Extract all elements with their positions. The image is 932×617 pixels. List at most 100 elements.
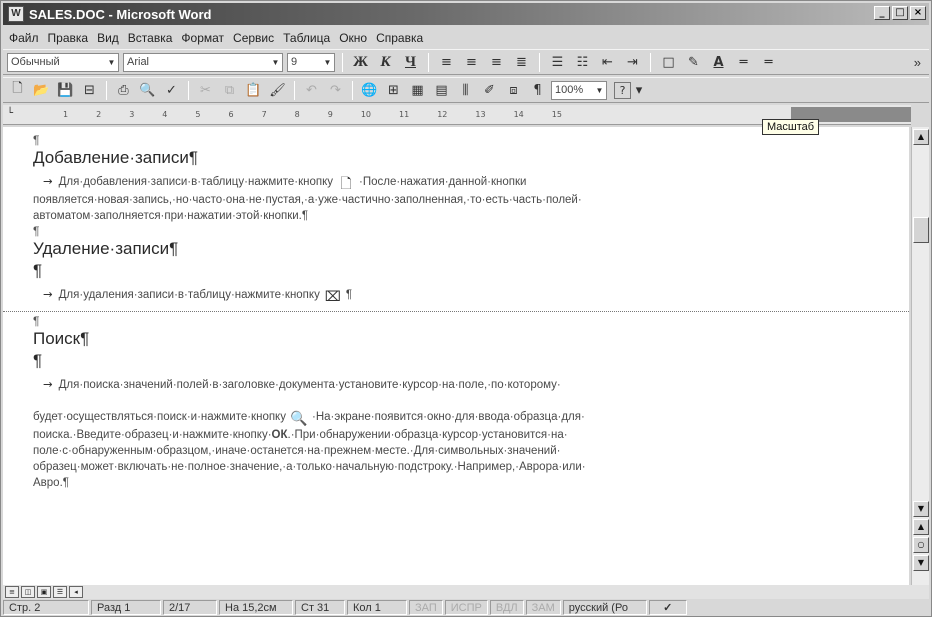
standard-toolbar: 🗋 📂 💾 ⊟ ⎙ 🔍 ✓ ✂ ⧉ 📋 🖌 ↶ ↷ 🌐 ⊞ ▦ ▤ ⫼ ✐ ⧈ … bbox=[3, 77, 929, 103]
menu-table[interactable]: Таблица bbox=[283, 31, 330, 45]
print-preview-icon[interactable]: 🔍 bbox=[137, 80, 158, 100]
tab-selector-icon[interactable]: └ bbox=[7, 108, 13, 119]
insert-excel-icon[interactable]: ▤ bbox=[431, 80, 452, 100]
delete-text-after: ¶ bbox=[345, 289, 353, 301]
decrease-indent-icon[interactable]: ⇤ bbox=[597, 52, 618, 72]
title-bar[interactable]: W SALES.DOC - Microsoft Word _ □ × bbox=[3, 3, 929, 25]
align-right-icon[interactable]: ≡ bbox=[486, 52, 507, 72]
cut-icon[interactable]: ✂ bbox=[195, 80, 216, 100]
menu-window[interactable]: Окно bbox=[339, 31, 367, 45]
align-left-icon[interactable]: ≡ bbox=[436, 52, 457, 72]
scroll-left-icon[interactable]: ◂ bbox=[69, 586, 83, 598]
spelling-status-icon[interactable]: ✓ bbox=[648, 600, 687, 615]
toolbar-separator bbox=[188, 80, 189, 100]
print-layout-icon[interactable]: ▣ bbox=[37, 586, 51, 598]
font-size-select[interactable]: 9 ▼ bbox=[287, 52, 335, 72]
format-painter-icon[interactable]: 🖌 bbox=[267, 80, 288, 100]
ok-label: ОК bbox=[271, 429, 288, 441]
copy-icon[interactable]: ⧉ bbox=[219, 80, 240, 100]
paste-icon[interactable]: 📋 bbox=[243, 80, 264, 100]
tables-borders-icon[interactable]: ⊞ bbox=[383, 80, 404, 100]
minimize-button[interactable]: _ bbox=[874, 6, 890, 20]
menu-edit[interactable]: Правка bbox=[48, 31, 89, 45]
web-view-icon[interactable]: ◫ bbox=[21, 586, 35, 598]
justify-icon[interactable]: ≣ bbox=[511, 52, 532, 72]
menu-insert[interactable]: Вставка bbox=[128, 31, 173, 45]
status-rec[interactable]: ЗАП bbox=[409, 600, 443, 615]
open-folder-icon[interactable]: 📂 bbox=[31, 80, 52, 100]
ruler-marks: 1 2 3 4 5 6 7 8 9 10 11 12 13 14 15 bbox=[63, 110, 562, 119]
equals-icon[interactable]: ═ bbox=[733, 52, 754, 72]
ruler-mark: 2 bbox=[96, 110, 102, 119]
highlight-icon[interactable]: ✎ bbox=[683, 52, 704, 72]
chevron-down-icon[interactable]: ▼ bbox=[269, 54, 282, 71]
document-map-icon[interactable]: ⧈ bbox=[503, 80, 524, 100]
next-page-icon[interactable]: ▼ bbox=[913, 555, 929, 571]
undo-icon[interactable]: ↶ bbox=[301, 80, 322, 100]
search-line-1: Для·поиска·значений·полей·в·заголовке·до… bbox=[58, 379, 561, 391]
add-paragraph: → Для·добавления·записи·в·таблицу·нажмите… bbox=[33, 173, 879, 224]
menu-help[interactable]: Справка bbox=[376, 31, 423, 45]
status-trk[interactable]: ИСПР bbox=[444, 600, 488, 615]
maximize-button[interactable]: □ bbox=[892, 6, 908, 20]
chevron-down-icon[interactable]: ▼ bbox=[593, 82, 606, 99]
redo-icon[interactable]: ↷ bbox=[325, 80, 346, 100]
save-icon[interactable]: 💾 bbox=[55, 80, 76, 100]
hyperlink-icon[interactable]: 🌐 bbox=[359, 80, 380, 100]
ruler-mark: 14 bbox=[513, 110, 524, 119]
font-color-icon[interactable]: A bbox=[708, 52, 729, 72]
toolbar-options-icon[interactable]: » bbox=[914, 55, 921, 70]
vertical-scrollbar[interactable]: ▲ ▼ ▲ ○ ▼ bbox=[911, 127, 929, 585]
formatting-toolbar: Обычный ▼ Arial ▼ 9 ▼ Ж К Ч ≡ ≡ ≡ ≣ ☰ ☷ … bbox=[3, 49, 929, 75]
ruler-mark: 9 bbox=[327, 110, 333, 119]
menu-view[interactable]: Вид bbox=[97, 31, 119, 45]
border-icon[interactable]: □ bbox=[658, 52, 679, 72]
underline-button[interactable]: Ч bbox=[400, 52, 421, 72]
scroll-up-icon[interactable]: ▲ bbox=[913, 129, 929, 145]
search-line-3-after: .·При·обнаружении·образца·курсор·установ… bbox=[287, 429, 568, 441]
numbered-list-icon[interactable]: ☰ bbox=[547, 52, 568, 72]
italic-button[interactable]: К bbox=[375, 52, 396, 72]
chevron-down-icon[interactable]: ▼ bbox=[321, 54, 334, 71]
status-ovr[interactable]: ЗАМ bbox=[525, 600, 561, 615]
equals-icon[interactable]: ═ bbox=[758, 52, 779, 72]
normal-view-icon[interactable]: ≡ bbox=[5, 586, 19, 598]
zoom-select[interactable]: 100% ▼ bbox=[551, 80, 607, 100]
menu-tools[interactable]: Сервис bbox=[233, 31, 274, 45]
spelling-icon[interactable]: ✓ bbox=[161, 80, 182, 100]
scroll-down-icon[interactable]: ▼ bbox=[913, 501, 929, 517]
permission-icon[interactable]: ⊟ bbox=[79, 80, 100, 100]
document-area[interactable]: ¶ Добавление·записи¶ → Для·добавления·зап… bbox=[3, 127, 909, 585]
outline-view-icon[interactable]: ☰ bbox=[53, 586, 67, 598]
ruler-mark: 12 bbox=[437, 110, 448, 119]
scroll-thumb[interactable] bbox=[913, 217, 929, 243]
previous-page-icon[interactable]: ▲ bbox=[913, 519, 929, 535]
font-select[interactable]: Arial ▼ bbox=[123, 52, 283, 72]
increase-indent-icon[interactable]: ⇥ bbox=[622, 52, 643, 72]
toolbar-separator bbox=[342, 52, 343, 72]
horizontal-scrollbar[interactable]: ≡ ◫ ▣ ☰ ◂ bbox=[3, 585, 929, 599]
help-button[interactable]: ? bbox=[614, 81, 631, 99]
chevron-down-icon[interactable]: ▼ bbox=[105, 54, 118, 71]
ruler-mark: 4 bbox=[162, 110, 168, 119]
browse-object-icon[interactable]: ○ bbox=[913, 537, 929, 553]
ruler-mark: 5 bbox=[195, 110, 201, 119]
close-button[interactable]: × bbox=[910, 6, 926, 20]
insert-table-icon[interactable]: ▦ bbox=[407, 80, 428, 100]
columns-icon[interactable]: ⫼ bbox=[455, 80, 476, 100]
align-center-icon[interactable]: ≡ bbox=[461, 52, 482, 72]
toolbar-options-icon[interactable]: ▾ bbox=[634, 80, 644, 100]
menu-format[interactable]: Формат bbox=[181, 31, 224, 45]
menu-file[interactable]: Файл bbox=[9, 31, 39, 45]
drawing-icon[interactable]: ✐ bbox=[479, 80, 500, 100]
style-select[interactable]: Обычный ▼ bbox=[7, 52, 119, 72]
new-document-icon[interactable]: 🗋 bbox=[7, 80, 28, 100]
page-break bbox=[3, 311, 909, 312]
zoom-value: 100% bbox=[555, 84, 584, 96]
word-doc-icon[interactable]: W bbox=[8, 6, 24, 22]
show-hide-icon[interactable]: ¶ bbox=[527, 80, 548, 100]
print-icon[interactable]: ⎙ bbox=[113, 80, 134, 100]
status-ext[interactable]: ВДЛ bbox=[489, 600, 524, 615]
bold-button[interactable]: Ж bbox=[350, 52, 371, 72]
bullet-list-icon[interactable]: ☷ bbox=[572, 52, 593, 72]
